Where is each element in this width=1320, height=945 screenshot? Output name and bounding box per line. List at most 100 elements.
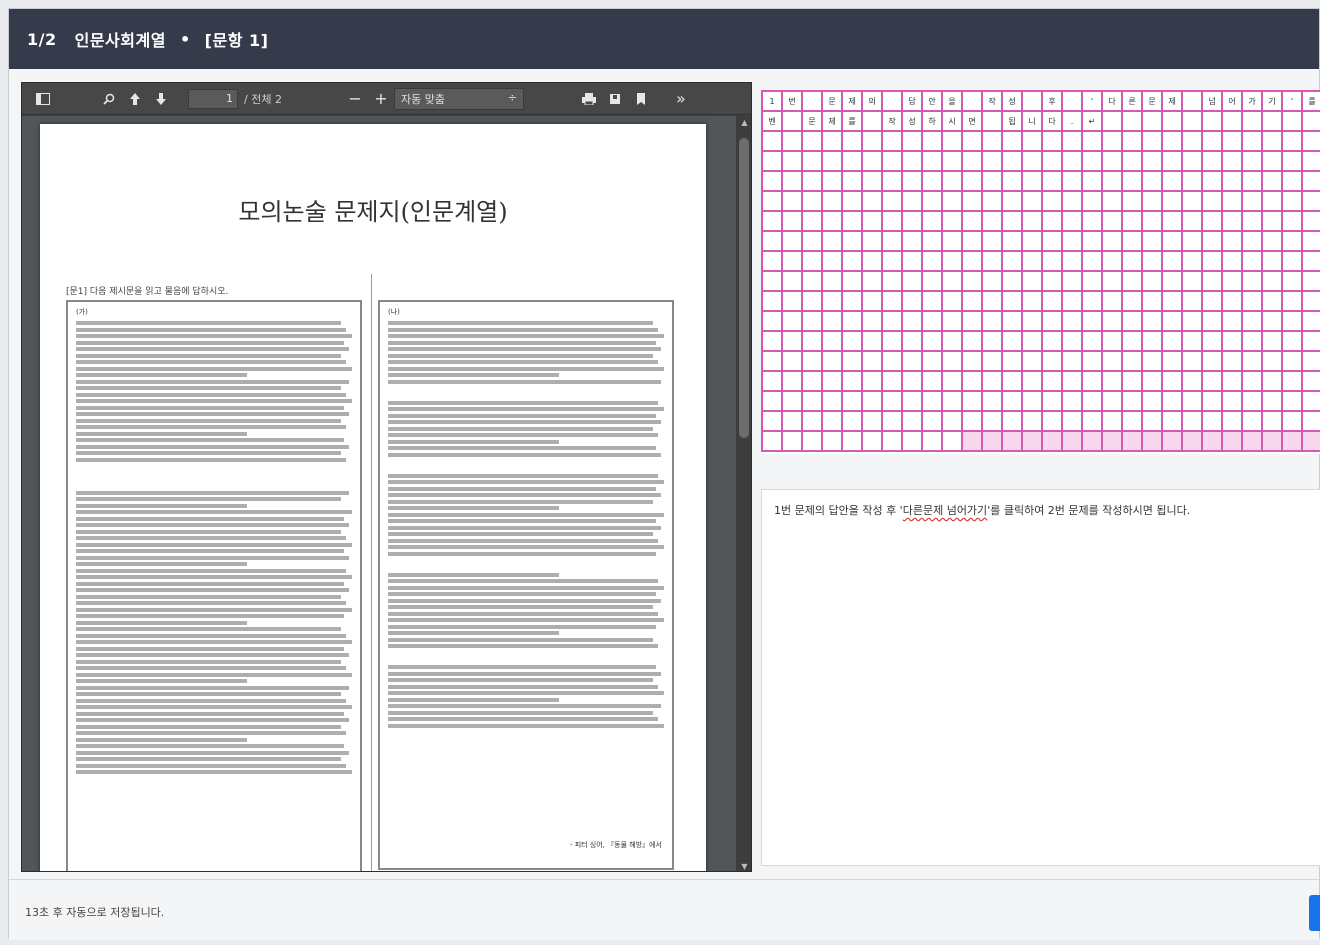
scrollbar-thumb[interactable] bbox=[739, 138, 749, 438]
grid-cell[interactable] bbox=[1023, 392, 1043, 412]
grid-cell[interactable] bbox=[1163, 132, 1183, 152]
grid-cell[interactable] bbox=[923, 232, 943, 252]
grid-cell[interactable] bbox=[923, 372, 943, 392]
grid-cell[interactable] bbox=[1083, 432, 1103, 452]
grid-cell[interactable] bbox=[1163, 412, 1183, 432]
grid-cell[interactable] bbox=[1123, 352, 1143, 372]
grid-cell[interactable] bbox=[1163, 172, 1183, 192]
grid-cell[interactable] bbox=[843, 132, 863, 152]
grid-cell[interactable] bbox=[1043, 232, 1063, 252]
grid-cell[interactable] bbox=[1023, 132, 1043, 152]
grid-cell[interactable] bbox=[1183, 372, 1203, 392]
grid-cell[interactable] bbox=[903, 312, 923, 332]
grid-cell[interactable] bbox=[943, 272, 963, 292]
grid-cell[interactable] bbox=[1243, 392, 1263, 412]
grid-cell[interactable] bbox=[763, 272, 783, 292]
grid-cell[interactable] bbox=[943, 212, 963, 232]
grid-cell[interactable] bbox=[1243, 352, 1263, 372]
grid-cell[interactable] bbox=[803, 392, 823, 412]
grid-cell[interactable] bbox=[1163, 212, 1183, 232]
grid-cell[interactable] bbox=[843, 352, 863, 372]
grid-cell[interactable] bbox=[863, 332, 883, 352]
grid-cell[interactable] bbox=[983, 352, 1003, 372]
grid-cell[interactable] bbox=[963, 292, 983, 312]
scroll-down-icon[interactable]: ▼ bbox=[736, 862, 751, 871]
grid-cell[interactable] bbox=[1063, 172, 1083, 192]
grid-cell[interactable] bbox=[823, 152, 843, 172]
grid-cell[interactable] bbox=[1303, 192, 1320, 212]
grid-cell[interactable] bbox=[923, 352, 943, 372]
grid-cell[interactable] bbox=[1203, 352, 1223, 372]
grid-cell[interactable] bbox=[983, 112, 1003, 132]
grid-cell[interactable] bbox=[1043, 152, 1063, 172]
grid-cell[interactable] bbox=[1263, 252, 1283, 272]
grid-cell[interactable] bbox=[1003, 152, 1023, 172]
grid-cell[interactable] bbox=[943, 412, 963, 432]
grid-cell[interactable] bbox=[1163, 372, 1183, 392]
grid-cell[interactable] bbox=[863, 212, 883, 232]
grid-cell[interactable] bbox=[1043, 432, 1063, 452]
grid-cell[interactable] bbox=[1163, 312, 1183, 332]
grid-cell[interactable] bbox=[1063, 192, 1083, 212]
grid-cell[interactable] bbox=[1063, 412, 1083, 432]
grid-cell[interactable] bbox=[1263, 272, 1283, 292]
grid-cell[interactable]: 니 bbox=[1023, 112, 1043, 132]
grid-cell[interactable] bbox=[823, 172, 843, 192]
grid-cell[interactable] bbox=[943, 232, 963, 252]
grid-cell[interactable] bbox=[1203, 232, 1223, 252]
grid-cell[interactable] bbox=[1003, 432, 1023, 452]
grid-cell[interactable]: 제 bbox=[823, 112, 843, 132]
grid-cell[interactable] bbox=[1003, 352, 1023, 372]
grid-cell[interactable] bbox=[823, 372, 843, 392]
grid-cell[interactable]: 가 bbox=[1243, 92, 1263, 112]
grid-cell[interactable] bbox=[823, 352, 843, 372]
grid-cell[interactable]: 른 bbox=[1123, 92, 1143, 112]
grid-cell[interactable] bbox=[1083, 352, 1103, 372]
grid-cell[interactable] bbox=[943, 332, 963, 352]
grid-cell[interactable] bbox=[1183, 292, 1203, 312]
grid-cell[interactable] bbox=[983, 432, 1003, 452]
grid-cell[interactable] bbox=[1023, 432, 1043, 452]
answer-grid[interactable]: 1 번 문 제 의 답 안 을 작 성 후 ' 다 른 문 제 넘 어 가 기 ' 를 벤 문 제 를 작 성 하 시 면 됩 니 다. ↵ bbox=[761, 90, 1320, 452]
grid-cell[interactable] bbox=[903, 332, 923, 352]
grid-cell[interactable] bbox=[1083, 172, 1103, 192]
grid-cell[interactable]: 하 bbox=[923, 112, 943, 132]
grid-cell[interactable] bbox=[863, 312, 883, 332]
grid-cell[interactable] bbox=[863, 252, 883, 272]
grid-cell[interactable] bbox=[963, 332, 983, 352]
grid-cell[interactable] bbox=[1203, 312, 1223, 332]
grid-cell[interactable] bbox=[1043, 172, 1063, 192]
grid-cell[interactable] bbox=[803, 352, 823, 372]
grid-cell[interactable] bbox=[923, 132, 943, 152]
grid-cell[interactable] bbox=[983, 412, 1003, 432]
grid-cell[interactable] bbox=[1003, 272, 1023, 292]
grid-cell[interactable] bbox=[963, 352, 983, 372]
grid-cell[interactable] bbox=[763, 152, 783, 172]
grid-cell[interactable]: 번 bbox=[783, 92, 803, 112]
grid-cell[interactable] bbox=[863, 372, 883, 392]
grid-cell[interactable] bbox=[983, 192, 1003, 212]
grid-cell[interactable] bbox=[843, 172, 863, 192]
grid-cell[interactable] bbox=[783, 212, 803, 232]
grid-cell[interactable] bbox=[1003, 412, 1023, 432]
grid-cell[interactable] bbox=[1303, 352, 1320, 372]
grid-cell[interactable] bbox=[1283, 212, 1303, 232]
grid-cell[interactable] bbox=[823, 432, 843, 452]
grid-cell[interactable] bbox=[1183, 272, 1203, 292]
grid-cell[interactable] bbox=[763, 212, 783, 232]
grid-cell[interactable] bbox=[963, 392, 983, 412]
grid-cell[interactable] bbox=[1083, 132, 1103, 152]
grid-cell[interactable] bbox=[1023, 352, 1043, 372]
grid-cell[interactable] bbox=[1183, 92, 1203, 112]
grid-cell[interactable] bbox=[843, 152, 863, 172]
grid-cell[interactable] bbox=[983, 392, 1003, 412]
grid-cell[interactable] bbox=[783, 292, 803, 312]
grid-cell[interactable] bbox=[1303, 172, 1320, 192]
grid-cell[interactable] bbox=[863, 152, 883, 172]
grid-cell[interactable] bbox=[1223, 372, 1243, 392]
grid-cell[interactable] bbox=[843, 392, 863, 412]
grid-cell[interactable] bbox=[823, 192, 843, 212]
grid-cell[interactable] bbox=[943, 172, 963, 192]
grid-cell[interactable] bbox=[983, 272, 1003, 292]
grid-cell[interactable] bbox=[1043, 252, 1063, 272]
